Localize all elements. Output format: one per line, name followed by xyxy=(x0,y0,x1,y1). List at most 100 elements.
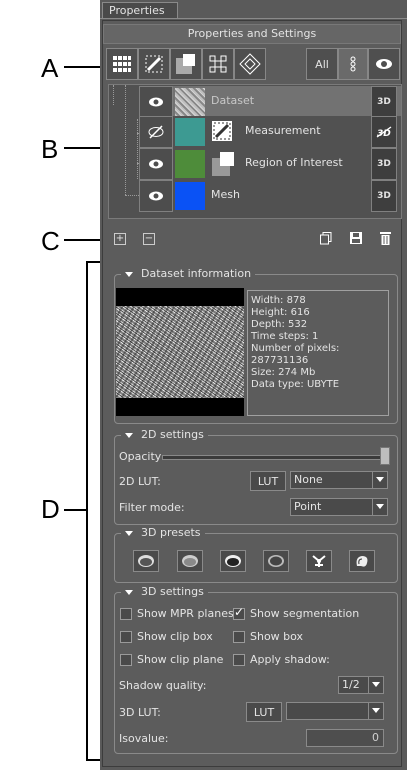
preset-bone-icon[interactable] xyxy=(177,550,203,572)
group-title: 2D settings xyxy=(121,428,208,441)
hidden-3d-icon[interactable]: 3D xyxy=(371,116,397,148)
dataset-info-title: Dataset information xyxy=(141,267,252,280)
info-pixels-value: 287731136 xyxy=(251,355,309,366)
apply-shadow-label: Apply shadow: xyxy=(250,653,330,666)
info-depth: Depth: 532 xyxy=(251,319,308,330)
visibility-hidden-icon[interactable] xyxy=(139,116,173,148)
save-icon[interactable] xyxy=(350,232,362,244)
grid-icon[interactable] xyxy=(106,48,138,80)
tree-item-mesh[interactable]: Mesh 3D xyxy=(139,180,401,212)
tree-guide xyxy=(125,195,139,196)
preset-dark-icon[interactable] xyxy=(220,550,246,572)
show-clip-box-checkbox[interactable] xyxy=(120,631,132,643)
tree-item-dataset[interactable]: Dataset 3D xyxy=(139,86,401,118)
info-time-steps: Time steps: 1 xyxy=(251,331,319,342)
lut-3d-select[interactable] xyxy=(286,702,384,720)
callout-c-line xyxy=(64,239,104,241)
chevron-down-icon[interactable] xyxy=(368,677,383,693)
measure-ruler-icon[interactable] xyxy=(138,48,170,80)
tree-item-measurement[interactable]: Measurement 3D xyxy=(139,116,401,148)
apply-shadow-checkbox[interactable] xyxy=(233,654,245,666)
opacity-label: Opacity xyxy=(119,450,162,463)
preset-vessel-icon[interactable] xyxy=(349,550,375,572)
measurement-color-swatch xyxy=(175,118,205,146)
tab-properties[interactable]: Properties xyxy=(102,2,178,19)
dataset-preview-texture xyxy=(116,306,244,398)
show-mpr-label: Show MPR planes xyxy=(137,607,234,620)
show-box-label: Show box xyxy=(250,630,304,643)
mesh-color-swatch xyxy=(175,182,205,210)
eye-icon[interactable] xyxy=(368,48,400,80)
visibility-eye-icon[interactable] xyxy=(139,86,173,118)
settings-2d-title: 2D settings xyxy=(141,428,204,441)
opacity-slider-track[interactable] xyxy=(162,455,390,460)
collapse-icon[interactable]: − xyxy=(143,233,155,245)
isovalue-input[interactable]: 0 xyxy=(306,729,384,747)
opacity-slider-handle[interactable] xyxy=(380,447,390,465)
group-title: 3D presets xyxy=(121,526,205,539)
mesh-icon[interactable] xyxy=(202,48,234,80)
chevron-down-icon[interactable] xyxy=(372,499,387,515)
info-width: Width: 878 xyxy=(251,295,306,306)
lut-3d-label: 3D LUT: xyxy=(119,706,161,719)
chevron-down-icon[interactable] xyxy=(372,472,387,488)
show-box-checkbox[interactable] xyxy=(233,631,245,643)
presets-3d-title: 3D presets xyxy=(141,526,201,539)
toggle-3d-button[interactable]: 3D xyxy=(371,86,397,118)
show-mpr-checkbox[interactable] xyxy=(120,608,132,620)
show-clip-plane-checkbox[interactable] xyxy=(120,654,132,666)
show-segmentation-checkbox[interactable] xyxy=(233,605,245,620)
collapse-triangle-icon[interactable] xyxy=(125,589,133,595)
lut-2d-value: None xyxy=(294,473,323,486)
copy-icon[interactable] xyxy=(320,232,332,245)
info-pixels-label: Number of pixels: xyxy=(251,343,340,354)
visibility-eye-icon[interactable] xyxy=(139,148,173,180)
settings-3d-title: 3D settings xyxy=(141,585,204,598)
callout-d: D xyxy=(41,494,60,524)
filter-mode-label: Filter mode: xyxy=(119,501,185,514)
preset-soft-icon[interactable] xyxy=(263,550,289,572)
tree-item-region-of-interest[interactable]: Region of Interest 3D xyxy=(139,148,401,180)
toggle-3d-button[interactable]: 3D xyxy=(371,180,397,212)
isovalue-value: 0 xyxy=(372,731,379,744)
show-all-button[interactable]: All xyxy=(306,48,338,80)
info-height: Height: 616 xyxy=(251,307,310,318)
collapse-triangle-icon[interactable] xyxy=(125,432,133,438)
info-data-type: Data type: UBYTE xyxy=(251,379,340,390)
preset-skeleton-icon[interactable] xyxy=(306,550,332,572)
lut-2d-label: 2D LUT: xyxy=(119,475,161,488)
trash-icon[interactable] xyxy=(380,231,391,245)
tab-divider xyxy=(100,18,407,19)
visibility-eye-icon[interactable] xyxy=(139,180,173,212)
region-icon[interactable] xyxy=(170,48,202,80)
lut-3d-button[interactable]: LUT xyxy=(246,702,282,722)
list-view-icon[interactable] xyxy=(338,48,368,80)
group-title: 3D settings xyxy=(121,585,208,598)
callout-b: B xyxy=(41,134,59,164)
tree-guide xyxy=(125,85,126,195)
show-clip-box-label: Show clip box xyxy=(137,630,213,643)
info-size: Size: 274 Mb xyxy=(251,367,316,378)
collapse-triangle-icon[interactable] xyxy=(125,530,133,536)
isovalue-label: Isovalue: xyxy=(119,732,169,745)
region-color-swatch xyxy=(175,150,205,178)
shadow-quality-select[interactable]: 1/2 xyxy=(338,676,384,694)
preset-skin-icon[interactable] xyxy=(133,550,159,572)
filter-mode-select[interactable]: Point xyxy=(290,498,388,516)
volume-icon[interactable] xyxy=(234,48,266,80)
expand-icon[interactable]: + xyxy=(114,233,126,245)
tree-item-label: Measurement xyxy=(245,124,321,137)
panel-title: Properties and Settings xyxy=(103,24,401,44)
callout-c: C xyxy=(41,226,60,256)
ruler-icon xyxy=(212,121,232,141)
lut-2d-button[interactable]: LUT xyxy=(250,471,286,491)
badge-3d-text: 3D xyxy=(377,129,391,138)
tree-item-label: Mesh xyxy=(211,188,240,201)
toggle-3d-button[interactable]: 3D xyxy=(371,148,397,180)
callout-a: A xyxy=(41,53,59,83)
dataset-preview-image xyxy=(116,288,244,416)
shadow-quality-value: 1/2 xyxy=(342,678,360,691)
collapse-triangle-icon[interactable] xyxy=(125,271,133,277)
lut-2d-select[interactable]: None xyxy=(290,471,388,489)
chevron-down-icon[interactable] xyxy=(368,703,383,719)
